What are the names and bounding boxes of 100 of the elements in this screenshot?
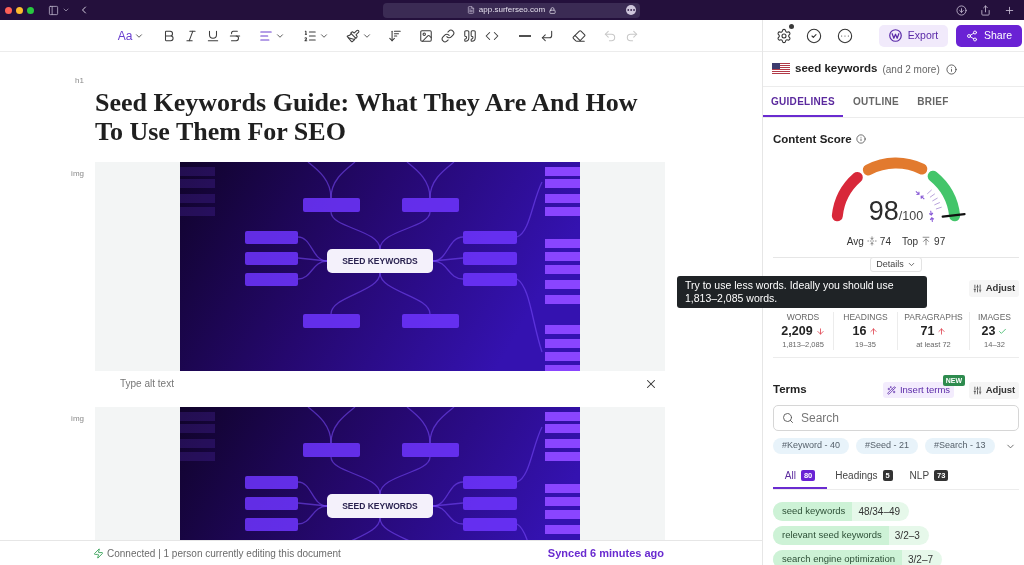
image-icon: [419, 28, 433, 43]
section-title: Content Score: [773, 132, 852, 146]
arrow-up-to-line-icon: [921, 236, 932, 246]
image-block[interactable]: SEED KEYWORDS: [95, 162, 665, 371]
panel-tab[interactable]: GUIDELINES: [763, 87, 843, 117]
redo-icon: [625, 28, 639, 43]
settings-icon: [776, 27, 792, 44]
term-label: relevant seed keywords: [773, 526, 889, 545]
image-block[interactable]: SEED KEYWORDS: [95, 407, 665, 540]
search-icon: [782, 412, 794, 424]
search-field[interactable]: Search: [773, 405, 1019, 431]
check-circle-icon: [806, 27, 822, 44]
eraser-icon: [572, 28, 586, 43]
panel-tab[interactable]: BRIEF: [909, 87, 957, 117]
adjust-button[interactable]: Adjust: [969, 381, 1019, 399]
block-tag-label: img: [71, 414, 84, 425]
term-label: seed keywords: [773, 502, 853, 521]
keyword-label: SEED KEYWORDS: [327, 494, 433, 518]
term-chip[interactable]: seed keywords 48/34–49: [773, 502, 910, 521]
sync-status: Synced 6 minutes ago: [547, 545, 664, 561]
page-icon: [466, 6, 475, 14]
term-label: search engine optimization: [773, 550, 902, 565]
average-marker-icon: [915, 190, 925, 200]
metric-value: 71: [920, 323, 935, 339]
document-title[interactable]: Seed Keywords Guide: What They Are And How To Use Them For SEO: [95, 76, 655, 146]
chevron-down-icon: [906, 260, 916, 269]
plus-icon[interactable]: [1004, 4, 1015, 16]
metric-value: 2,209: [781, 323, 813, 339]
section-title: Terms: [773, 382, 807, 398]
text-style-button[interactable]: Aa: [116, 24, 146, 47]
numbered-list-icon: [303, 28, 317, 43]
metric-value: 16: [852, 323, 867, 339]
converge-arrows-icon: [866, 236, 877, 246]
topic-chip[interactable]: #Keyword - 40: [773, 438, 850, 454]
arrow-up-icon: [937, 326, 947, 336]
metric-label: WORDS: [786, 312, 820, 323]
more-icon: [837, 27, 853, 44]
metric-label: PARAGRAPHS: [904, 312, 963, 323]
connection-status: Connected | 1 person currently editing this document: [107, 546, 341, 561]
marker-label: Avg: [846, 234, 864, 249]
download-icon[interactable]: [956, 4, 967, 16]
keyword-title: seed keywords: [795, 61, 878, 77]
arrow-down-icon: [815, 326, 825, 336]
arrow-up-icon: [869, 326, 879, 336]
topic-chip[interactable]: #Search - 13: [925, 438, 995, 454]
topic-chip[interactable]: #Seed - 21: [856, 438, 919, 454]
lock-icon: [549, 6, 557, 14]
info-icon[interactable]: [855, 134, 866, 144]
top-marker-icon: [928, 210, 935, 223]
metric-value: 23: [981, 323, 996, 339]
marker-value: 97: [934, 234, 946, 249]
score-max: /100: [898, 209, 924, 223]
export-button[interactable]: Export: [879, 24, 948, 47]
address-bar[interactable]: app.surferseo.com: [383, 2, 640, 18]
return-arrow-icon: [540, 28, 554, 43]
wand-icon: [886, 385, 896, 395]
quote-icon: [463, 28, 477, 43]
window-minimize-icon[interactable]: [16, 6, 23, 14]
sliders-icon: [972, 284, 982, 293]
lightning-icon: [93, 547, 104, 559]
keyword-label: SEED KEYWORDS: [327, 249, 433, 273]
lines-arrow-icon: [388, 28, 402, 43]
gauge-low-arc: [831, 171, 863, 222]
link-icon: [441, 28, 455, 43]
share-icon[interactable]: [980, 4, 991, 16]
chevron-down-icon[interactable]: [62, 6, 70, 14]
align-left-icon: [259, 28, 273, 43]
panel-tab[interactable]: OUTLINE: [843, 87, 909, 117]
term-chip[interactable]: relevant seed keywords 3/2–3: [773, 526, 929, 545]
marker-value: 74: [879, 234, 891, 249]
alt-text-field[interactable]: Type alt text: [120, 374, 600, 393]
share-icon: [966, 29, 978, 42]
gauge-high-arc: [927, 170, 961, 222]
block-tag-label: img: [71, 169, 84, 180]
logo-icon: [888, 29, 902, 42]
gauge-mid-arc: [862, 157, 928, 176]
url-text: app.surferseo.com: [478, 5, 546, 15]
sidebar-icon[interactable]: [48, 4, 59, 16]
adjust-button[interactable]: Adjust: [969, 280, 1019, 297]
check-icon: [998, 326, 1008, 336]
undo-icon: [603, 28, 617, 43]
underline-icon: [206, 28, 220, 43]
term-chip[interactable]: search engine optimization 3/2–7: [773, 550, 943, 565]
term-count: 3/2–3: [893, 529, 921, 543]
bold-icon: [162, 28, 176, 43]
window-close-icon[interactable]: [5, 6, 12, 14]
marker-label: Top: [901, 234, 919, 249]
more-icon[interactable]: [626, 5, 636, 15]
window-zoom-icon[interactable]: [27, 6, 34, 14]
sliders-icon: [972, 385, 982, 395]
tooltip: Try to use less words. Ideally you should use 1,813–2,085 words.: [677, 276, 927, 308]
info-icon[interactable]: [945, 63, 957, 75]
share-button[interactable]: Share: [956, 24, 1022, 47]
details-button[interactable]: Details: [870, 257, 922, 272]
metric-label: HEADINGS: [843, 312, 888, 323]
block-tag-label: h1: [75, 76, 84, 87]
metric-label: IMAGES: [977, 312, 1012, 323]
term-count: 3/2–7: [907, 553, 935, 565]
term-count: 48/34–49: [857, 505, 902, 519]
insert-terms-button[interactable]: Insert terms: [883, 382, 954, 398]
